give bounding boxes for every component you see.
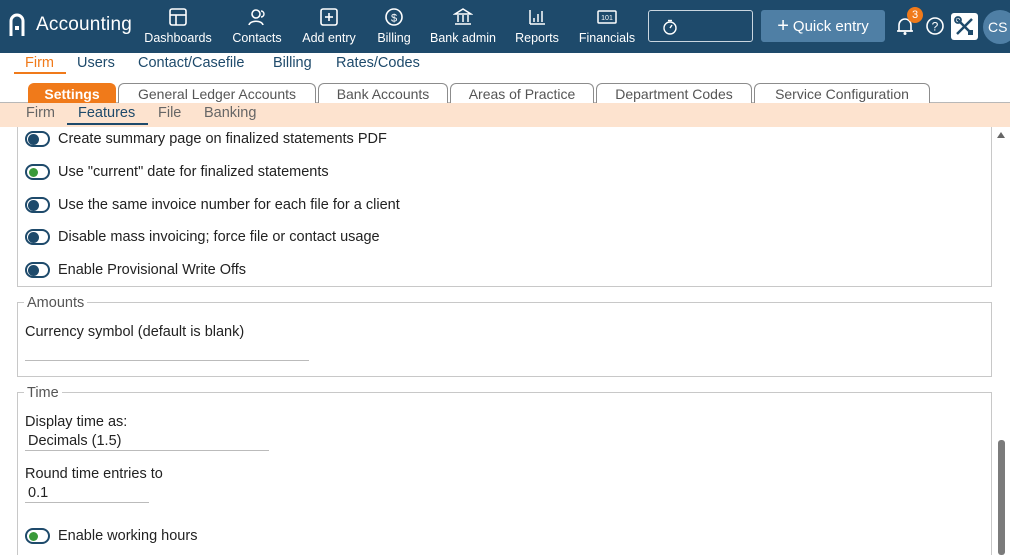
- bank-icon: [428, 7, 498, 29]
- toggle-row-same-invoice-number[interactable]: Use the same invoice number for each fil…: [25, 197, 400, 213]
- nav-reports[interactable]: Reports: [513, 7, 561, 45]
- nav-add-entry[interactable]: Add entry: [300, 7, 358, 45]
- display-time-select[interactable]: Decimals (1.5): [25, 433, 269, 451]
- svg-text:?: ?: [932, 20, 939, 34]
- subtab-firm[interactable]: Firm: [26, 105, 55, 121]
- subtab-active-underline: [67, 123, 148, 125]
- subtab-banking[interactable]: Banking: [204, 105, 256, 121]
- toggle-switch[interactable]: [25, 164, 50, 180]
- scrollbar-thumb[interactable]: [998, 440, 1005, 555]
- timer-field[interactable]: [648, 10, 753, 42]
- toggle-label: Disable mass invoicing; force file or co…: [58, 229, 380, 245]
- subtab-features[interactable]: Features: [78, 105, 135, 121]
- dashboard-icon: [143, 7, 213, 29]
- features-subtabs: Firm Features File Banking: [0, 103, 1010, 127]
- tab-settings[interactable]: Settings: [28, 83, 116, 104]
- subnav-contact-casefile[interactable]: Contact/Casefile: [138, 55, 244, 71]
- time-legend: Time: [24, 385, 62, 401]
- toggle-switch[interactable]: [25, 229, 50, 245]
- round-time-label: Round time entries to: [25, 466, 163, 482]
- settings-subnav: Firm Users Contact/Casefile Billing Rate…: [0, 53, 1010, 75]
- contacts-icon: [229, 7, 285, 29]
- app-title: Accounting: [36, 14, 133, 35]
- quick-entry-button[interactable]: + Quick entry: [761, 10, 885, 42]
- toggle-label: Use the same invoice number for each fil…: [58, 197, 400, 213]
- nav-label: Financials: [578, 31, 636, 45]
- toggle-switch[interactable]: [25, 528, 50, 544]
- top-bar: Accounting Dashboards Contacts Add entry…: [0, 0, 1010, 53]
- brand[interactable]: Accounting: [8, 12, 132, 38]
- subnav-active-underline: [14, 72, 66, 74]
- toggle-switch[interactable]: [25, 131, 50, 147]
- display-time-label: Display time as:: [25, 414, 128, 430]
- nav-bank-admin[interactable]: Bank admin: [428, 7, 498, 45]
- subnav-users[interactable]: Users: [77, 55, 115, 71]
- toggle-row-working-hours[interactable]: Enable working hours: [25, 528, 197, 544]
- nav-dashboards[interactable]: Dashboards: [143, 7, 213, 45]
- nav-label: Billing: [377, 31, 411, 45]
- amounts-legend: Amounts: [24, 295, 88, 311]
- toggle-row-provisional-write-offs[interactable]: Enable Provisional Write Offs: [25, 262, 246, 278]
- tab-bank-accounts[interactable]: Bank Accounts: [318, 83, 448, 104]
- quick-entry-label: Quick entry: [792, 17, 869, 35]
- svg-text:101: 101: [601, 15, 613, 22]
- subnav-firm[interactable]: Firm: [25, 55, 54, 71]
- toggle-label: Enable Provisional Write Offs: [58, 262, 247, 278]
- nav-contacts[interactable]: Contacts: [229, 7, 285, 45]
- tools-icon: [954, 16, 973, 35]
- notification-badge: 3: [907, 7, 923, 23]
- help-icon[interactable]: ?: [925, 16, 945, 36]
- toggle-row-summary-page[interactable]: Create summary page on finalized stateme…: [25, 131, 387, 147]
- nav-label: Add entry: [302, 31, 356, 45]
- nav-label: Reports: [515, 31, 559, 45]
- nav-label: Bank admin: [429, 31, 496, 45]
- toggle-row-current-date[interactable]: Use "current" date for finalized stateme…: [25, 164, 329, 180]
- subnav-rates-codes[interactable]: Rates/Codes: [336, 55, 420, 71]
- settings-content[interactable]: Create summary page on finalized stateme…: [0, 127, 1010, 555]
- settings-tabs: Settings General Ledger Accounts Bank Ac…: [0, 80, 1010, 104]
- toggle-label: Enable working hours: [58, 528, 198, 544]
- add-entry-icon: [300, 7, 358, 29]
- toggle-label: Use "current" date for finalized stateme…: [58, 164, 329, 180]
- reports-icon: [513, 7, 561, 29]
- nav-label: Dashboards: [144, 31, 212, 45]
- tab-areas-of-practice[interactable]: Areas of Practice: [450, 83, 594, 104]
- toggle-label: Create summary page on finalized stateme…: [58, 131, 387, 147]
- subtab-file[interactable]: File: [158, 105, 181, 121]
- toggle-row-disable-mass-invoicing[interactable]: Disable mass invoicing; force file or co…: [25, 229, 380, 245]
- tab-service-configuration[interactable]: Service Configuration: [754, 83, 930, 104]
- currency-symbol-input[interactable]: [25, 345, 309, 361]
- tab-general-ledger-accounts[interactable]: General Ledger Accounts: [118, 83, 316, 104]
- user-avatar[interactable]: CS: [983, 10, 1010, 44]
- nav-billing[interactable]: $ Billing: [374, 7, 414, 45]
- financials-icon: 101: [577, 7, 637, 29]
- round-time-input[interactable]: 0.1: [25, 485, 149, 503]
- settings-tools-button[interactable]: [951, 13, 978, 40]
- app-logo-icon: [9, 13, 25, 36]
- toggle-switch[interactable]: [25, 262, 50, 278]
- nav-financials[interactable]: 101 Financials: [577, 7, 637, 45]
- plus-icon: +: [777, 15, 789, 37]
- svg-text:$: $: [391, 13, 397, 25]
- currency-symbol-label: Currency symbol (default is blank): [25, 324, 245, 340]
- subnav-billing[interactable]: Billing: [273, 55, 312, 71]
- toggle-switch[interactable]: [25, 197, 50, 213]
- tab-department-codes[interactable]: Department Codes: [596, 83, 752, 104]
- billing-icon: $: [374, 7, 414, 29]
- stopwatch-icon: [663, 19, 677, 35]
- nav-label: Contacts: [232, 31, 282, 45]
- scroll-up-arrow-icon[interactable]: [997, 131, 1005, 139]
